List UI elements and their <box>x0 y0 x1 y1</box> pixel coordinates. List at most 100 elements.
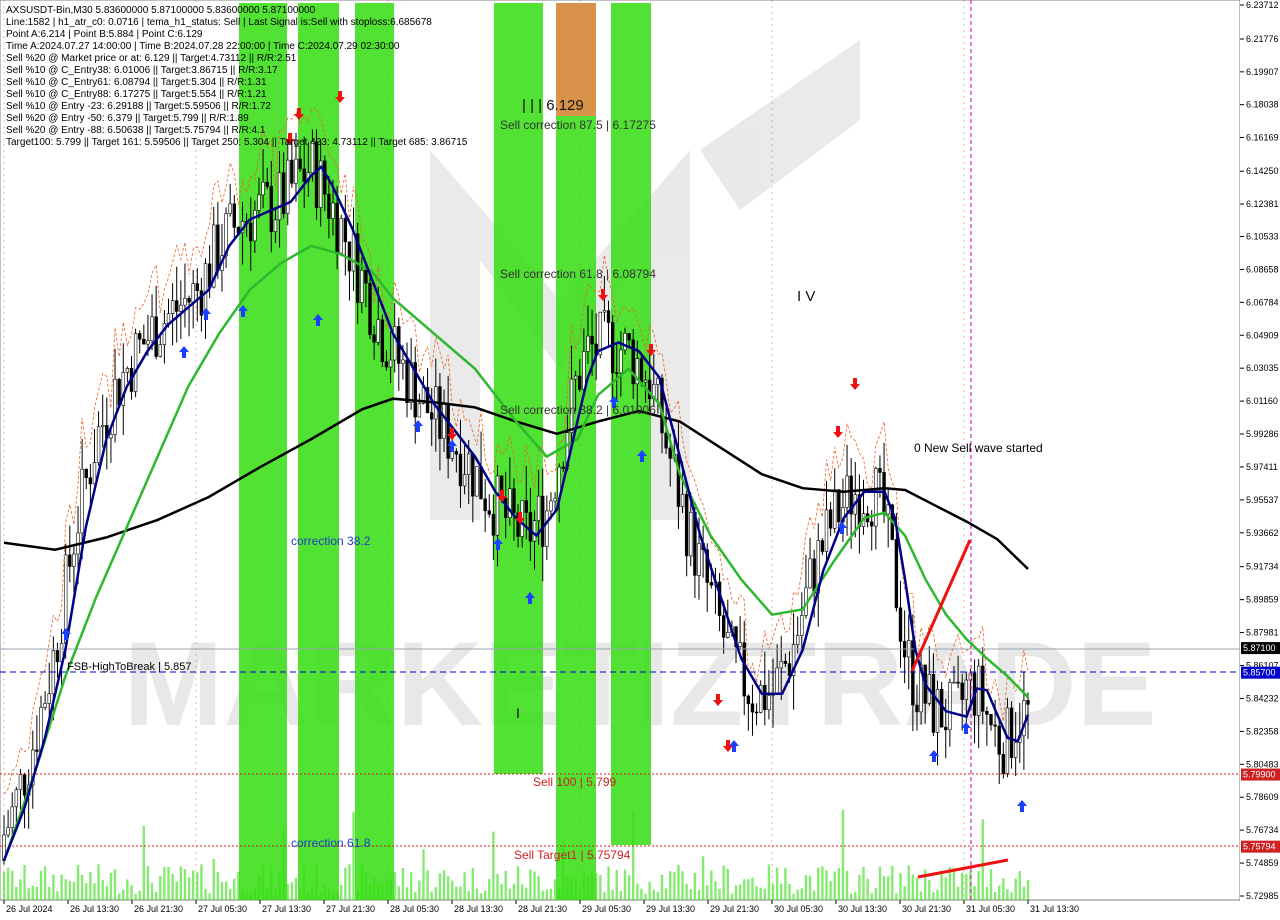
y-tick-label: 5.87981 <box>1246 628 1279 638</box>
candle-body <box>298 158 302 170</box>
candle-body <box>18 774 23 790</box>
volume-bar <box>319 892 322 900</box>
x-tick-label: 29 Jul 21:30 <box>710 904 759 914</box>
candle-body <box>138 333 142 340</box>
candle-body <box>429 412 434 420</box>
candle-body <box>746 695 751 705</box>
volume-bar <box>903 886 906 900</box>
y-tick-label: 5.78609 <box>1246 792 1279 802</box>
x-tick-label: 31 Jul 05:30 <box>966 904 1015 914</box>
volume-bar <box>212 858 215 900</box>
green-zone <box>556 3 596 900</box>
candle-body <box>109 434 113 439</box>
volume-bar <box>60 874 63 900</box>
candle-body <box>273 219 278 232</box>
new-sell-wave-label: 0 New Sell wave started <box>914 441 1043 455</box>
volume-bar <box>989 869 993 900</box>
volume-bar <box>101 879 104 900</box>
candle-body <box>623 333 627 351</box>
candle-body <box>779 660 783 669</box>
volume-bar <box>566 875 569 900</box>
volume-bar <box>167 867 170 900</box>
volume-bar <box>973 885 976 900</box>
x-tick-label: 31 Jul 13:30 <box>1030 904 1079 914</box>
x-tick-label: 30 Jul 13:30 <box>838 904 887 914</box>
volume-bar <box>352 811 355 900</box>
volume-bar <box>747 879 750 900</box>
volume-bar <box>722 865 725 900</box>
x-tick-label: 27 Jul 21:30 <box>326 904 375 914</box>
volume-bar <box>187 877 191 900</box>
volume-bar <box>117 893 121 900</box>
trading-chart[interactable]: MARKETIZTRADE | | | 6.129 Sell correctio… <box>0 0 1280 920</box>
candle-body <box>783 660 788 664</box>
candle-body <box>944 726 948 731</box>
candle-body <box>384 361 389 368</box>
volume-bar <box>414 891 417 900</box>
volume-bar <box>56 891 59 900</box>
volume-bar <box>35 887 39 900</box>
volume-bar <box>512 883 516 900</box>
y-tick-label: 5.76734 <box>1246 825 1279 835</box>
point-c-label: | | | 6.129 <box>522 97 584 114</box>
volume-bar <box>451 880 454 900</box>
y-tick-label: 6.14250 <box>1246 166 1279 176</box>
candle-body <box>573 375 578 380</box>
candle-body <box>993 724 997 727</box>
candle-body <box>257 194 261 211</box>
candle-body <box>343 218 348 243</box>
volume-bar <box>763 888 767 900</box>
candle-body <box>754 711 759 714</box>
volume-bar <box>23 864 26 900</box>
candle-body <box>931 674 936 733</box>
volume-bar <box>998 885 1001 900</box>
info-line: Sell %20 @ Entry -88: 6.50638 || Target:… <box>6 125 266 136</box>
volume-bar <box>895 893 898 900</box>
volume-bar <box>348 864 351 900</box>
volume-bar <box>664 888 668 900</box>
volume-bar <box>800 888 804 900</box>
volume-bar <box>134 893 137 900</box>
candle-body <box>22 774 27 796</box>
volume-bar <box>426 870 429 900</box>
volume-bar <box>788 884 791 900</box>
volume-bar <box>915 877 919 900</box>
candle-body <box>697 543 701 576</box>
volume-bar <box>224 881 228 900</box>
candle-body <box>372 334 376 343</box>
candle-body <box>824 509 829 552</box>
volume-bar <box>298 889 302 900</box>
volume-bar <box>315 864 318 900</box>
volume-bar <box>2 872 6 900</box>
candle-body <box>179 304 183 312</box>
y-tick-label: 5.84232 <box>1246 693 1279 703</box>
volume-bar <box>286 883 289 900</box>
volume-bar <box>940 873 943 900</box>
volume-bar <box>582 870 586 900</box>
volume-bar <box>590 872 594 900</box>
candle-body <box>203 263 208 316</box>
volume-bar <box>557 888 561 900</box>
volume-bar <box>821 866 824 900</box>
y-tick-label: 5.93662 <box>1246 528 1279 538</box>
candle-body <box>956 681 960 684</box>
volume-bar <box>442 870 446 900</box>
volume-bar <box>331 891 335 900</box>
volume-bar <box>105 886 109 900</box>
candle-body <box>388 359 393 368</box>
candle-body <box>55 650 60 663</box>
volume-bar <box>401 868 405 900</box>
volume-bar <box>977 871 980 900</box>
volume-bar <box>775 867 779 900</box>
volume-bar <box>146 866 150 900</box>
candle-body <box>524 500 528 513</box>
x-axis-labels: 26 Jul 2024 26 Jul 13:30 26 Jul 21:30 27 Ju… <box>3 900 1079 914</box>
candle-body <box>750 703 755 713</box>
candle-body <box>72 553 76 567</box>
volume-bar <box>669 871 672 900</box>
candle-body <box>80 468 84 534</box>
candle-body <box>606 310 611 323</box>
candle-body <box>446 403 450 459</box>
volume-bar <box>586 874 590 900</box>
volume-bar <box>866 878 869 900</box>
